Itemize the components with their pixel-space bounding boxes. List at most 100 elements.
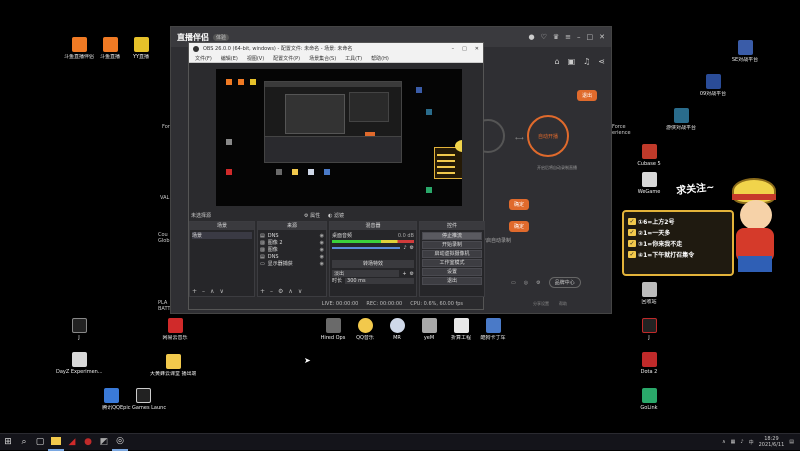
- source-item[interactable]: ▭ 显示器捕获 ◉: [260, 260, 324, 268]
- menu-edit[interactable]: 编辑(E): [221, 55, 238, 62]
- network-icon[interactable]: ▦: [731, 439, 736, 445]
- duration-input[interactable]: 300 ms: [345, 277, 414, 284]
- window-icon[interactable]: ▭: [511, 280, 516, 286]
- transition-select[interactable]: 淡出: [332, 270, 400, 277]
- task-view-icon[interactable]: ▢: [32, 434, 48, 451]
- scene-item[interactable]: 场景: [192, 232, 252, 239]
- settings-button[interactable]: 设置: [422, 268, 482, 276]
- close-icon[interactable]: ✕: [475, 46, 479, 52]
- properties-button[interactable]: ⚙ 属性: [304, 212, 320, 219]
- gift-icon[interactable]: ▣: [568, 57, 576, 66]
- studio-mode-button[interactable]: 工作室模式: [422, 259, 482, 267]
- desktop-icon[interactable]: Dota 2: [626, 352, 672, 375]
- minimize-icon[interactable]: –: [577, 33, 581, 41]
- confirm-button-2[interactable]: 确定: [509, 221, 530, 232]
- menu-scene-collection[interactable]: 场景集合(S): [309, 55, 336, 62]
- source-item[interactable]: ▨ 图像 2 ◉: [260, 239, 324, 247]
- skin-icon[interactable]: ♡: [541, 33, 547, 41]
- mixer-dock[interactable]: 混音器 桌面音频 0.0 dB ♪ ⚙ 转场特效 淡出 + ⚙ 时长 300 ms: [329, 221, 417, 297]
- remove-icon[interactable]: –: [202, 288, 205, 295]
- controls-dock[interactable]: 控件 停止推流 开始录制 启动虚拟摄像机 工作室模式 设置 退出: [419, 221, 485, 297]
- minimize-icon[interactable]: –: [452, 46, 455, 52]
- notification-icon[interactable]: ▤: [789, 439, 794, 445]
- check-icon: ✓: [628, 240, 636, 247]
- taskbar-app-hired-ops[interactable]: ◢: [64, 434, 80, 451]
- desktop-icon[interactable]: 酷狗卡丁车: [470, 318, 516, 341]
- desktop-icon[interactable]: Epic Games Launcher: [120, 388, 166, 411]
- brand-center-button[interactable]: 品牌中心: [548, 277, 581, 288]
- taskbar-app-game[interactable]: ◩: [96, 434, 112, 451]
- chevron-up-icon[interactable]: ∧: [722, 439, 726, 445]
- desktop-icon[interactable]: YY直播: [118, 37, 164, 60]
- obs-window[interactable]: OBS 26.0.0 (64-bit, windows) - 配置文件: 未命名…: [188, 42, 485, 310]
- remove-icon[interactable]: –: [270, 288, 273, 295]
- taskbar-app-live-assistant[interactable]: [48, 434, 64, 451]
- menu-file[interactable]: 文件(F): [195, 55, 212, 62]
- desktop-icon[interactable]: J: [56, 318, 102, 341]
- desktop-icon[interactable]: 游侠对战平台: [658, 108, 704, 131]
- menu-help[interactable]: 帮助(H): [371, 55, 389, 62]
- stop-streaming-button[interactable]: 停止推流: [422, 232, 482, 240]
- desktop-icon[interactable]: DayZ Experimen...: [56, 352, 102, 375]
- gear-icon[interactable]: ⚙: [410, 245, 414, 251]
- virtual-camera-button[interactable]: 启动虚拟摄像机: [422, 250, 482, 258]
- maximize-icon[interactable]: □: [462, 46, 467, 52]
- speaker-icon[interactable]: ♪: [403, 245, 406, 251]
- desktop-icon[interactable]: GoLink: [626, 388, 672, 411]
- footer-link[interactable]: 帮助: [559, 301, 567, 307]
- menu-icon[interactable]: ≡: [565, 33, 571, 41]
- clock[interactable]: 18:29 2021/6/11: [759, 436, 785, 448]
- desktop-icon[interactable]: 回收站: [626, 282, 672, 305]
- luffy-face: [740, 200, 772, 230]
- desktop-icon[interactable]: Cubase 5: [626, 144, 672, 167]
- taskbar-app-obs[interactable]: ◎: [112, 434, 128, 451]
- desktop-icon[interactable]: 大黄蜂云课堂 播出端: [150, 354, 196, 377]
- exit-button[interactable]: 退出: [422, 277, 482, 285]
- bell-icon[interactable]: ♫: [583, 57, 590, 66]
- gear-icon[interactable]: ⚙: [410, 271, 414, 277]
- add-icon[interactable]: +: [402, 271, 406, 277]
- crown-icon[interactable]: ♛: [553, 33, 559, 41]
- down-icon[interactable]: ∨: [219, 288, 223, 295]
- maximize-icon[interactable]: □: [587, 33, 594, 41]
- ime-indicator[interactable]: 中: [749, 439, 754, 446]
- golink-icon: [641, 388, 657, 403]
- auto-broadcast-circle[interactable]: 自动开播: [527, 115, 569, 157]
- desktop-icon[interactable]: 09对战平台: [690, 74, 736, 97]
- confirm-button[interactable]: 确定: [509, 199, 530, 210]
- up-icon[interactable]: ∧: [210, 288, 214, 295]
- share-icon[interactable]: ⋖: [598, 57, 605, 66]
- lock-icon[interactable]: ⌂: [554, 57, 559, 66]
- obs-preview[interactable]: [216, 69, 462, 206]
- volume-icon[interactable]: ♪: [740, 439, 743, 445]
- menu-tools[interactable]: 工具(T): [345, 55, 362, 62]
- eye-icon[interactable]: ◎: [524, 280, 528, 286]
- scenes-dock[interactable]: 场景 场景 + – ∧ ∨: [189, 221, 255, 297]
- source-item[interactable]: ▤ DNS ◉: [260, 232, 324, 239]
- source-item[interactable]: ▤ DNS ◉: [260, 253, 324, 260]
- footer-link[interactable]: 分享设置: [533, 301, 549, 307]
- windows-icon[interactable]: ⊞: [0, 434, 16, 451]
- settings-icon[interactable]: ⚙: [536, 280, 540, 286]
- taskbar-app-music[interactable]: ●: [80, 434, 96, 451]
- desktop-icon[interactable]: SE对战平台: [722, 40, 768, 63]
- start-recording-button[interactable]: 开始录制: [422, 241, 482, 249]
- add-icon[interactable]: +: [192, 288, 197, 295]
- filters-button[interactable]: ◐ 滤镜: [328, 212, 344, 219]
- menu-profile[interactable]: 配置文件(P): [273, 55, 300, 62]
- exit-button[interactable]: 退出: [577, 90, 598, 101]
- avatar[interactable]: ●: [528, 33, 534, 41]
- sources-dock[interactable]: 来源 ▤ DNS ◉ ▨ 图像 2 ◉ ▨ 图像 ◉ ▤ DNS ◉ ▭ 显示器捕获 ◉ + – ⚙…: [257, 221, 327, 297]
- close-icon[interactable]: ✕: [599, 33, 605, 41]
- gear-icon[interactable]: ⚙: [278, 288, 283, 295]
- up-icon[interactable]: ∧: [288, 288, 292, 295]
- search-icon[interactable]: ⌕: [16, 434, 32, 451]
- down-icon[interactable]: ∨: [298, 288, 302, 295]
- desktop-icon[interactable]: 网易云音乐: [152, 318, 198, 341]
- add-icon[interactable]: +: [260, 288, 265, 295]
- source-item[interactable]: ▨ 图像 ◉: [260, 246, 324, 254]
- dayz-icon: [71, 352, 87, 367]
- volume-slider[interactable]: [332, 246, 401, 249]
- menu-view[interactable]: 视图(V): [247, 55, 264, 62]
- desktop-icon[interactable]: J: [626, 318, 672, 341]
